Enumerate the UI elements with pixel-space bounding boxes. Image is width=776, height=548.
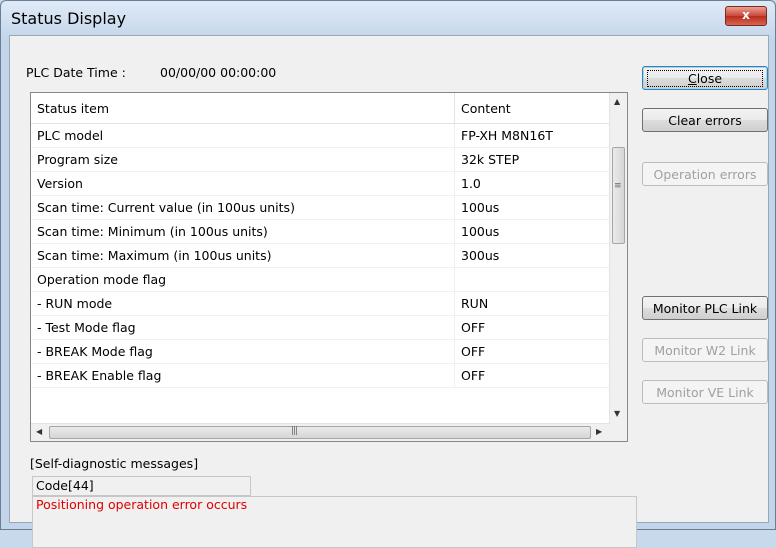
scroll-left-arrow-icon[interactable]: ◀ [36, 427, 42, 436]
window-title: Status Display [11, 9, 127, 28]
horizontal-grip-icon: ||| [291, 426, 298, 436]
status-item-cell: Version [31, 171, 455, 196]
content-cell: 300us [454, 243, 609, 268]
table-row[interactable]: Scan time: Minimum (in 100us units) 100us [31, 219, 609, 244]
close-mnemonic: C [687, 71, 697, 86]
monitor-plc-link-button[interactable]: Monitor PLC Link [642, 296, 768, 320]
table-row[interactable]: Version 1.0 [31, 171, 609, 196]
status-item-cell: Scan time: Maximum (in 100us units) [31, 243, 455, 268]
status-item-cell: Scan time: Minimum (in 100us units) [31, 219, 455, 244]
plc-datetime-label: PLC Date Time : [26, 65, 126, 80]
status-display-window: Status Display x PLC Date Time : 00/00/0… [0, 0, 776, 548]
scroll-down-arrow-icon[interactable]: ▼ [614, 409, 620, 418]
title-bar: Status Display x [1, 1, 775, 35]
close-button-label: Close [647, 70, 763, 87]
table-row[interactable]: - RUN mode RUN [31, 291, 609, 316]
error-code-field: Code[44] [32, 476, 251, 496]
header-content[interactable]: Content [454, 93, 609, 124]
status-item-cell: - BREAK Enable flag [31, 363, 455, 388]
plc-datetime-value: 00/00/00 00:00:00 [160, 65, 277, 80]
table-row[interactable]: Operation mode flag [31, 267, 609, 292]
status-item-cell: Program size [31, 147, 455, 172]
vertical-scroll-thumb[interactable] [612, 147, 625, 244]
table-row[interactable]: - BREAK Mode flag OFF [31, 339, 609, 364]
close-window-icon[interactable]: x [725, 6, 767, 26]
content-cell: RUN [454, 291, 609, 316]
content-cell: OFF [454, 339, 609, 364]
status-item-cell: - BREAK Mode flag [31, 339, 455, 364]
grid-header-row: Status item Content [31, 93, 609, 124]
table-row[interactable]: - BREAK Enable flag OFF [31, 363, 609, 388]
scroll-up-arrow-icon[interactable]: ▲ [614, 97, 620, 106]
scrollbar-corner [610, 424, 627, 441]
table-row[interactable]: Program size 32k STEP [31, 147, 609, 172]
status-item-cell: PLC model [31, 123, 455, 148]
monitor-ve-link-button[interactable]: Monitor VE Link [642, 380, 768, 404]
close-button[interactable]: Close [642, 66, 768, 90]
content-cell: 1.0 [454, 171, 609, 196]
operation-errors-button[interactable]: Operation errors [642, 162, 768, 186]
monitor-w2-link-button[interactable]: Monitor W2 Link [642, 338, 768, 362]
status-item-cell: Operation mode flag [31, 267, 455, 292]
table-row[interactable]: - Test Mode flag OFF [31, 315, 609, 340]
table-row[interactable]: Scan time: Current value (in 100us units… [31, 195, 609, 220]
content-cell: 100us [454, 219, 609, 244]
header-status-item[interactable]: Status item [31, 93, 455, 124]
self-diagnostic-label: [Self-diagnostic messages] [30, 456, 199, 471]
scroll-right-arrow-icon[interactable]: ▶ [596, 427, 602, 436]
status-item-cell: - Test Mode flag [31, 315, 455, 340]
error-message-field: Positioning operation error occurs [32, 496, 637, 548]
content-cell: OFF [454, 315, 609, 340]
content-cell [454, 267, 609, 292]
content-cell: OFF [454, 363, 609, 388]
status-item-cell: - RUN mode [31, 291, 455, 316]
status-table: Status item Content PLC model FP-XH M8N16… [31, 93, 609, 388]
status-grid[interactable]: Status item Content PLC model FP-XH M8N16… [30, 92, 628, 442]
horizontal-scrollbar[interactable]: ◀ ||| ▶ [31, 423, 610, 441]
table-row[interactable]: PLC model FP-XH M8N16T [31, 123, 609, 148]
horizontal-scroll-thumb[interactable] [49, 426, 591, 439]
table-row[interactable]: Scan time: Maximum (in 100us units) 300us [31, 243, 609, 268]
content-cell: 32k STEP [454, 147, 609, 172]
clear-errors-button[interactable]: Clear errors [642, 108, 768, 132]
vertical-grip-icon: ≡ [614, 181, 622, 191]
dialog-client-area: PLC Date Time : 00/00/00 00:00:00 Status… [9, 35, 769, 548]
content-cell: FP-XH M8N16T [454, 123, 609, 148]
status-item-cell: Scan time: Current value (in 100us units… [31, 195, 455, 220]
vertical-scrollbar[interactable]: ▲ ≡ ▼ [609, 93, 627, 424]
close-label-rest: lose [696, 71, 723, 86]
content-cell: 100us [454, 195, 609, 220]
